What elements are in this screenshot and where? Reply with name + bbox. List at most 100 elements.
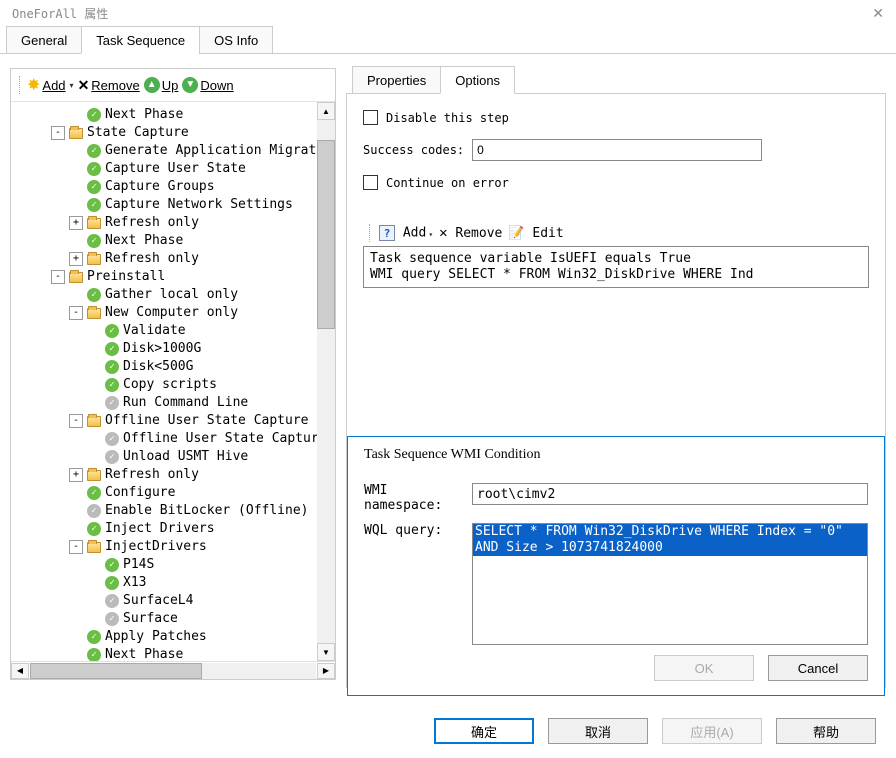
folder-icon: [86, 252, 102, 266]
tree-node-label: InjectDrivers: [105, 538, 207, 556]
tab-task-sequence[interactable]: Task Sequence: [81, 26, 200, 54]
tree-node-label: SurfaceL4: [123, 592, 193, 610]
tree-node[interactable]: ✓Capture Groups: [13, 178, 333, 196]
tree-node[interactable]: ✓Next Phase: [13, 106, 333, 124]
tree-node[interactable]: ✓Apply Patches: [13, 628, 333, 646]
dialog-cancel-button[interactable]: Cancel: [768, 655, 868, 681]
tree-node[interactable]: - New Computer only: [13, 304, 333, 322]
remove-button[interactable]: ✕ Remove: [78, 77, 140, 94]
tree-node[interactable]: ✓Inject Drivers: [13, 520, 333, 538]
tree-node[interactable]: +Refresh only: [13, 250, 333, 268]
tree-node-label: Enable BitLocker (Offline): [105, 502, 309, 520]
cancel-button[interactable]: 取消: [548, 718, 648, 744]
tree-node[interactable]: ✓Gather local only: [13, 286, 333, 304]
tree-node[interactable]: ✓Unload USMT Hive: [13, 448, 333, 466]
expander-spacer: [69, 162, 83, 176]
tree-node-label: Apply Patches: [105, 628, 207, 646]
expander-spacer: [87, 558, 101, 572]
dialog-ok-button: OK: [654, 655, 754, 681]
folder-icon: [86, 216, 102, 230]
condition-row[interactable]: WMI query SELECT * FROM Win32_DiskDrive …: [370, 267, 862, 283]
tree-node[interactable]: +Refresh only: [13, 466, 333, 484]
tree-node-label: Disk<500G: [123, 358, 193, 376]
disable-step-checkbox[interactable]: [363, 110, 378, 125]
tree-node[interactable]: ✓Capture Network Settings: [13, 196, 333, 214]
tree-node[interactable]: ✓Next Phase: [13, 232, 333, 250]
h-scroll-thumb[interactable]: [30, 663, 202, 679]
tree-node[interactable]: ✓Next Phase: [13, 646, 333, 661]
tree-node-label: Gather local only: [105, 286, 238, 304]
down-button[interactable]: ▼ Down: [182, 77, 233, 93]
v-scroll-thumb[interactable]: [317, 140, 335, 329]
collapse-icon[interactable]: -: [69, 306, 83, 320]
tree-node[interactable]: +Refresh only: [13, 214, 333, 232]
tree-node[interactable]: ✓Disk>1000G: [13, 340, 333, 358]
chevron-down-icon: ▾: [428, 230, 433, 239]
tree-node-label: Offline User State Captur: [123, 430, 319, 448]
condition-row[interactable]: Task sequence variable IsUEFI equals Tru…: [370, 251, 862, 267]
expander-spacer: [87, 342, 101, 356]
h-scrollbar[interactable]: ◀ ▶: [11, 661, 335, 679]
tree-node[interactable]: ✓X13: [13, 574, 333, 592]
v-scrollbar[interactable]: ▲ ▼: [317, 102, 335, 661]
cond-edit-button[interactable]: 📝 Edit: [508, 226, 563, 241]
cond-add-button[interactable]: ? Add▾: [379, 225, 433, 241]
tree-node[interactable]: ✓Surface: [13, 610, 333, 628]
close-icon[interactable]: ✕: [872, 5, 884, 22]
wql-query-textarea[interactable]: SELECT * FROM Win32_DiskDrive WHERE Inde…: [472, 523, 868, 645]
check-icon: ✓: [86, 630, 102, 644]
check-icon: ✓: [86, 486, 102, 500]
tree-node[interactable]: ✓Configure: [13, 484, 333, 502]
left-panel: ✸ Add▾ ✕ Remove ▲ Up ▼ Down ✓Next Phase-…: [10, 68, 336, 680]
tree-node[interactable]: ✓Capture User State: [13, 160, 333, 178]
tree-node[interactable]: - Preinstall: [13, 268, 333, 286]
tree-node[interactable]: -State Capture: [13, 124, 333, 142]
tree-container[interactable]: ✓Next Phase-State Capture✓Generate Appli…: [11, 102, 335, 661]
continue-on-error-checkbox[interactable]: [363, 175, 378, 190]
tab-options[interactable]: Options: [440, 66, 515, 94]
expander-spacer: [69, 648, 83, 661]
conditions-list[interactable]: Task sequence variable IsUEFI equals Tru…: [363, 246, 869, 288]
scroll-up-icon[interactable]: ▲: [317, 102, 335, 120]
scroll-down-icon[interactable]: ▼: [317, 643, 335, 661]
wmi-namespace-input[interactable]: [472, 483, 868, 505]
tree-node-label: Preinstall: [87, 268, 165, 286]
tree-node[interactable]: ✓Disk<500G: [13, 358, 333, 376]
sub-tab-row: Properties Options: [346, 68, 886, 94]
scroll-right-icon[interactable]: ▶: [317, 663, 335, 679]
tree-node[interactable]: ✓Offline User State Captur: [13, 430, 333, 448]
tree-node-label: Run Command Line: [123, 394, 248, 412]
collapse-icon[interactable]: -: [69, 540, 83, 554]
tab-os-info[interactable]: OS Info: [199, 26, 273, 54]
tree-node[interactable]: ✓P14S: [13, 556, 333, 574]
up-button[interactable]: ▲ Up: [144, 77, 179, 93]
tree-node[interactable]: ✓Copy scripts: [13, 376, 333, 394]
tree-node[interactable]: -Offline User State Capture: [13, 412, 333, 430]
expander-spacer: [69, 180, 83, 194]
collapse-icon[interactable]: -: [69, 414, 83, 428]
tree-node[interactable]: ✓SurfaceL4: [13, 592, 333, 610]
tree-node[interactable]: ✓Validate: [13, 322, 333, 340]
collapse-icon[interactable]: -: [51, 270, 65, 284]
ok-button[interactable]: 确定: [434, 718, 534, 744]
expand-icon[interactable]: +: [69, 252, 83, 266]
scroll-left-icon[interactable]: ◀: [11, 663, 29, 679]
main-content: ✸ Add▾ ✕ Remove ▲ Up ▼ Down ✓Next Phase-…: [0, 54, 896, 680]
tree-node[interactable]: ✓Enable BitLocker (Offline): [13, 502, 333, 520]
tree-node[interactable]: ✓Run Command Line: [13, 394, 333, 412]
add-button[interactable]: ✸ Add▾: [27, 75, 74, 95]
expander-spacer: [87, 450, 101, 464]
success-codes-input[interactable]: [472, 139, 762, 161]
cond-remove-button[interactable]: ✕ Remove: [439, 225, 502, 241]
help-button[interactable]: 帮助: [776, 718, 876, 744]
expand-icon[interactable]: +: [69, 468, 83, 482]
tree-node[interactable]: ✓Generate Application Migrat: [13, 142, 333, 160]
tree-node-label: New Computer only: [105, 304, 238, 322]
collapse-icon[interactable]: -: [51, 126, 65, 140]
tab-general[interactable]: General: [6, 26, 82, 54]
tree-node[interactable]: - InjectDrivers: [13, 538, 333, 556]
folder-icon: [86, 540, 102, 554]
folder-icon: [86, 306, 102, 320]
tab-properties[interactable]: Properties: [352, 66, 441, 94]
expand-icon[interactable]: +: [69, 216, 83, 230]
